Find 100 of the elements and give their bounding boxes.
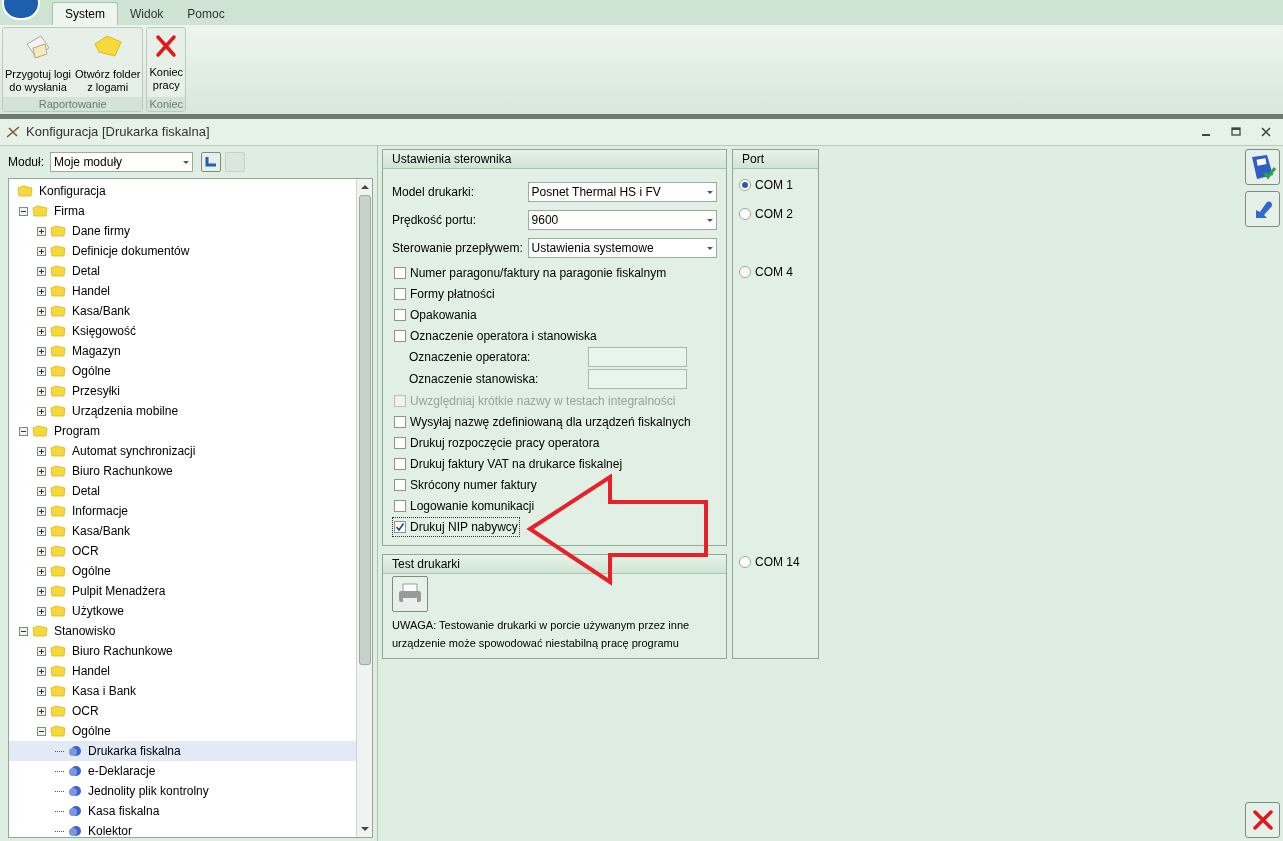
dropdown[interactable]: Ustawienia systemowe <box>527 238 717 258</box>
expand-toggle[interactable] <box>37 306 46 316</box>
checkbox-option[interactable]: Formy płatności <box>392 283 497 304</box>
tree-item[interactable]: Księgowość <box>9 321 356 341</box>
radio-option[interactable]: COM 4 <box>739 264 812 280</box>
radio-button[interactable] <box>739 556 751 568</box>
expand-toggle[interactable] <box>37 326 46 336</box>
collapse-toggle[interactable] <box>37 726 46 736</box>
checkbox[interactable] <box>394 499 406 512</box>
tree-item[interactable]: Handel <box>9 281 356 301</box>
expand-toggle[interactable] <box>37 386 46 396</box>
tree-item[interactable]: Biuro Rachunkowe <box>9 461 356 481</box>
radio-option[interactable]: COM 1 <box>739 177 812 193</box>
scrollbar[interactable] <box>356 179 372 837</box>
checkbox-option[interactable]: Drukuj rozpoczęcie pracy operatora <box>392 432 602 453</box>
checkbox[interactable] <box>394 436 406 449</box>
tree-item[interactable]: Informacje <box>9 501 356 521</box>
expand-toggle[interactable] <box>37 406 46 416</box>
tree-item[interactable]: e-Deklaracje <box>9 761 356 781</box>
expand-toggle[interactable] <box>37 706 46 716</box>
tree-item[interactable]: OCR <box>9 701 356 721</box>
checkbox[interactable] <box>394 520 406 533</box>
tree-item[interactable]: Dane firmy <box>9 221 356 241</box>
radio-button[interactable] <box>739 179 751 191</box>
input-field[interactable] <box>588 369 687 389</box>
tree-item[interactable]: Ogólne <box>9 721 356 741</box>
close-button[interactable] <box>1245 802 1280 838</box>
tree-item[interactable]: Definicje dokumentów <box>9 241 356 261</box>
tree-item[interactable]: Pulpit Menadżera <box>9 581 356 601</box>
checkbox-option[interactable]: Drukuj NIP nabywcy <box>392 516 520 537</box>
radio-button[interactable] <box>739 208 751 220</box>
collapse-toggle[interactable] <box>19 426 28 436</box>
checkbox-option[interactable]: Numer paragonu/faktury na paragonie fiskalnym <box>392 262 669 283</box>
checkbox-option[interactable]: Drukuj faktury VAT na drukarce fiskalnej <box>392 453 625 474</box>
expand-toggle[interactable] <box>37 526 46 536</box>
expand-toggle[interactable] <box>37 646 46 656</box>
expand-toggle[interactable] <box>37 366 46 376</box>
tree-item[interactable]: Kasa/Bank <box>9 521 356 541</box>
expand-toggle[interactable] <box>37 346 46 356</box>
expand-toggle[interactable] <box>37 226 46 236</box>
save-button[interactable] <box>1245 149 1280 185</box>
ribbon-tab[interactable]: Pomoc <box>175 2 237 25</box>
tree-item[interactable]: Przesyłki <box>9 381 356 401</box>
expand-toggle[interactable] <box>37 546 46 556</box>
expand-toggle[interactable] <box>37 266 46 276</box>
input-field[interactable] <box>588 347 687 367</box>
checkbox[interactable] <box>394 457 406 470</box>
tree-item[interactable]: Użytkowe <box>9 601 356 621</box>
tree-item[interactable]: Drukarka fiskalna <box>9 741 356 761</box>
tree-item[interactable]: Ogólne <box>9 361 356 381</box>
tree-item[interactable]: Urządzenia mobilne <box>9 401 356 421</box>
maximize-icon[interactable] <box>1231 127 1241 137</box>
collapse-toggle[interactable] <box>19 626 28 636</box>
dropdown[interactable]: Posnet Thermal HS i FV <box>527 182 717 202</box>
checkbox-option[interactable]: Oznaczenie operatora i stanowiska <box>392 325 599 346</box>
expand-toggle[interactable] <box>37 686 46 696</box>
checkbox[interactable] <box>394 287 406 300</box>
expand-toggle[interactable] <box>37 246 46 256</box>
expand-toggle[interactable] <box>37 506 46 516</box>
tree-item[interactable]: Kolektor <box>9 821 356 837</box>
expand-toggle[interactable] <box>37 446 46 456</box>
checkbox-option[interactable]: Logowanie komunikacji <box>392 495 537 516</box>
checkbox[interactable] <box>394 308 406 321</box>
expand-toggle[interactable] <box>37 606 46 616</box>
tree-item[interactable]: OCR <box>9 541 356 561</box>
tree-item[interactable]: Kasa/Bank <box>9 301 356 321</box>
tree-item[interactable]: Detal <box>9 261 356 281</box>
radio-option[interactable]: COM 14 <box>739 554 812 570</box>
module-dropdown[interactable]: Moje moduły <box>50 152 194 172</box>
tree-item[interactable]: Automat synchronizacji <box>9 441 356 461</box>
expand-toggle[interactable] <box>37 586 46 596</box>
tree-item[interactable]: Konfiguracja <box>9 181 356 201</box>
expand-toggle[interactable] <box>37 486 46 496</box>
tree-item[interactable]: Magazyn <box>9 341 356 361</box>
checkbox[interactable] <box>394 415 406 428</box>
radio-button[interactable] <box>739 266 751 278</box>
tree-item[interactable]: Firma <box>9 201 356 221</box>
checkbox[interactable] <box>394 266 406 279</box>
ribbon-button[interactable]: Otwórz folder z logami <box>73 28 143 97</box>
tree-item[interactable]: Biuro Rachunkowe <box>9 641 356 661</box>
expand-toggle[interactable] <box>37 286 46 296</box>
checkbox-option[interactable]: Wysyłaj nazwę zdefiniowaną dla urządzeń fiskalnych <box>392 411 693 432</box>
ribbon-button[interactable]: Koniec pracy <box>147 28 186 97</box>
printer-button[interactable] <box>392 576 428 612</box>
tree-item[interactable]: Stanowisko <box>9 621 356 641</box>
checkbox[interactable] <box>394 329 406 342</box>
radio-option[interactable]: COM 2 <box>739 206 812 222</box>
back-arrow-button[interactable] <box>201 152 222 172</box>
ribbon-button[interactable]: Przygotuj logi do wysłania <box>3 28 74 97</box>
tree-item[interactable]: Jednolity plik kontrolny <box>9 781 356 801</box>
dropdown[interactable]: 9600 <box>527 210 717 230</box>
expand-toggle[interactable] <box>37 466 46 476</box>
tree-item[interactable]: Handel <box>9 661 356 681</box>
tree-item[interactable]: Program <box>9 421 356 441</box>
ribbon-tab[interactable]: Widok <box>118 2 176 25</box>
tree-item[interactable]: Detal <box>9 481 356 501</box>
collapse-toggle[interactable] <box>19 206 28 216</box>
tree-item[interactable]: Kasa i Bank <box>9 681 356 701</box>
expand-toggle[interactable] <box>37 666 46 676</box>
checkbox-option[interactable]: Skrócony numer faktury <box>392 474 539 495</box>
